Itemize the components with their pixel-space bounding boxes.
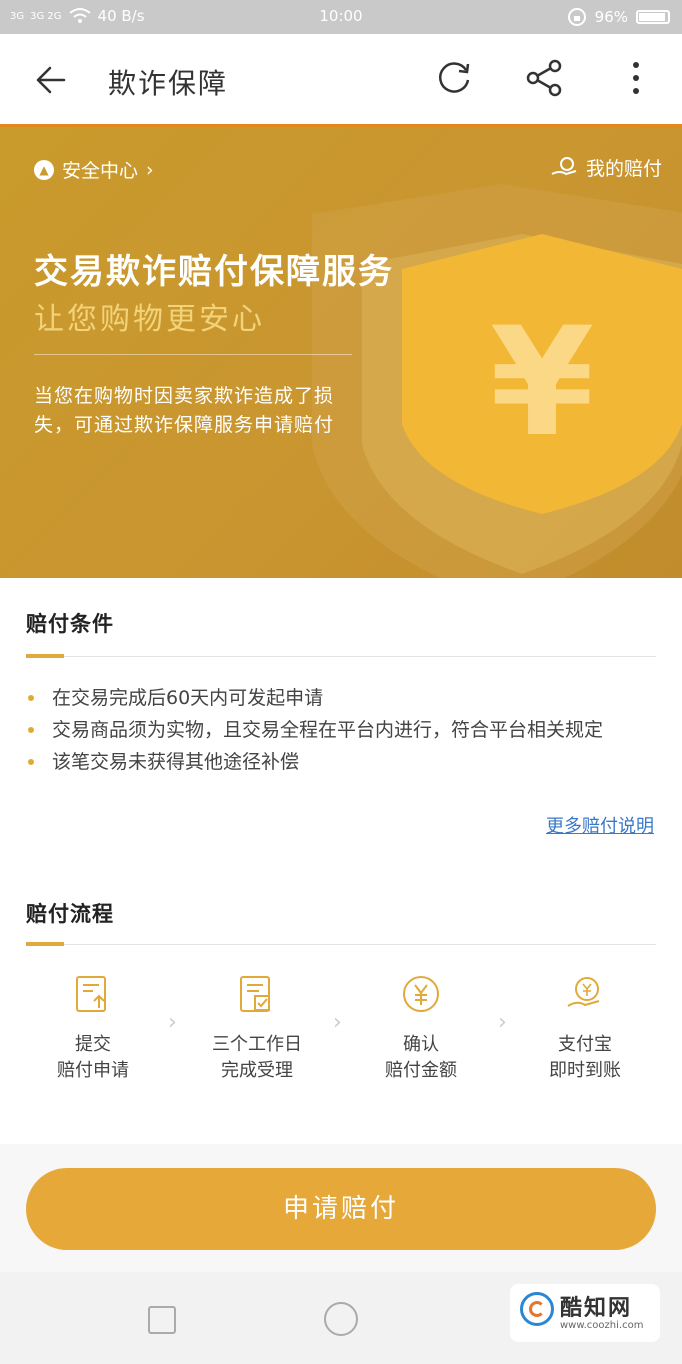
status-bar: 3G 3G 2G 40 B/s 10:00 96%	[0, 0, 682, 34]
watermark: 酷知网 www.coozhi.com	[510, 1284, 660, 1342]
security-center-icon: ▲	[34, 159, 54, 180]
conditions-divider	[26, 654, 656, 658]
security-center-link[interactable]: ▲ 安全中心 ›	[34, 156, 154, 183]
step-line1: 支付宝	[558, 1034, 612, 1055]
home-button[interactable]	[324, 1302, 358, 1336]
process-title: 赔付流程	[26, 902, 114, 926]
divider-accent	[26, 654, 64, 658]
recent-apps-button[interactable]	[148, 1306, 176, 1334]
back-arrow-icon[interactable]	[30, 60, 70, 100]
step-accept: 三个工作日 完成受理	[182, 974, 332, 1084]
divider-accent	[26, 942, 64, 946]
document-upload-icon	[76, 976, 106, 1012]
watermark-url: www.coozhi.com	[560, 1320, 644, 1331]
chevron-right-icon: ›	[146, 158, 154, 181]
condition-item: 该笔交易未获得其他途径补偿	[26, 746, 656, 778]
conditions-section: 赔付条件 在交易完成后60天内可发起申请 交易商品须为实物，且交易全程在平台内进…	[0, 578, 682, 846]
process-section: 赔付流程 提交 赔付申请 › 三个工作日 完成受理 › 确认 赔付金额 › 支付…	[0, 846, 682, 1144]
more-vert-icon[interactable]	[614, 56, 658, 100]
conditions-list: 在交易完成后60天内可发起申请 交易商品须为实物，且交易全程在平台内进行，符合平…	[26, 682, 656, 778]
step-line2: 即时到账	[549, 1060, 621, 1081]
hero-banner: ¥ ▲ 安全中心 › 我的赔付 交易欺诈赔付保障服务 让您购物更安心 当您在购物…	[0, 124, 682, 578]
step-line1: 确认	[403, 1034, 439, 1055]
step-submit: 提交 赔付申请	[18, 974, 168, 1084]
more-info-link[interactable]: 更多赔付说明	[546, 812, 654, 838]
chevron-right-icon: ›	[168, 1010, 177, 1035]
banner-subheadline: 让您购物更安心	[34, 302, 265, 337]
step-line1: 三个工作日	[212, 1034, 302, 1055]
banner-description: 当您在购物时因卖家欺诈造成了损失，可通过欺诈保障服务申请赔付	[34, 385, 335, 436]
battery-icon	[636, 10, 670, 24]
step-line2: 赔付金额	[385, 1060, 457, 1081]
hand-coin-icon	[551, 156, 577, 175]
chevron-right-icon: ›	[333, 1010, 342, 1035]
hand-coin-icon	[567, 977, 600, 1007]
page-title: 欺诈保障	[108, 67, 229, 100]
share-icon[interactable]	[523, 56, 567, 100]
step-payout: 支付宝 即时到账	[510, 974, 660, 1084]
step-line1: 提交	[75, 1034, 111, 1055]
step-confirm: 确认 赔付金额	[346, 974, 496, 1084]
condition-item: 在交易完成后60天内可发起申请	[26, 682, 656, 714]
app-header: 欺诈保障	[0, 34, 682, 124]
watermark-name: 酷知网	[560, 1296, 633, 1321]
condition-item: 交易商品须为实物，且交易全程在平台内进行，符合平台相关规定	[26, 714, 656, 746]
process-divider	[26, 942, 656, 946]
coozhi-logo-icon	[520, 1292, 554, 1326]
yuan-coin-icon	[403, 976, 439, 1012]
my-compensation-label: 我的赔付	[585, 158, 662, 180]
conditions-title: 赔付条件	[26, 612, 114, 636]
refresh-icon[interactable]	[432, 56, 476, 100]
banner-divider	[34, 354, 352, 355]
yuan-symbol: ¥	[490, 296, 594, 470]
status-right: 96%	[567, 7, 670, 27]
step-line2: 完成受理	[221, 1060, 293, 1081]
document-check-icon	[240, 976, 270, 1012]
banner-headline: 交易欺诈赔付保障服务	[34, 252, 394, 292]
my-compensation-link[interactable]: 我的赔付	[550, 154, 662, 181]
banner-accent-line	[0, 124, 682, 127]
chevron-right-icon: ›	[498, 1010, 507, 1035]
step-line2: 赔付申请	[57, 1060, 129, 1081]
apply-compensation-button[interactable]: 申请赔付	[26, 1168, 656, 1250]
lock-rotation-icon	[567, 8, 586, 26]
battery-percent: 96%	[594, 8, 628, 26]
security-center-label: 安全中心	[62, 160, 139, 182]
